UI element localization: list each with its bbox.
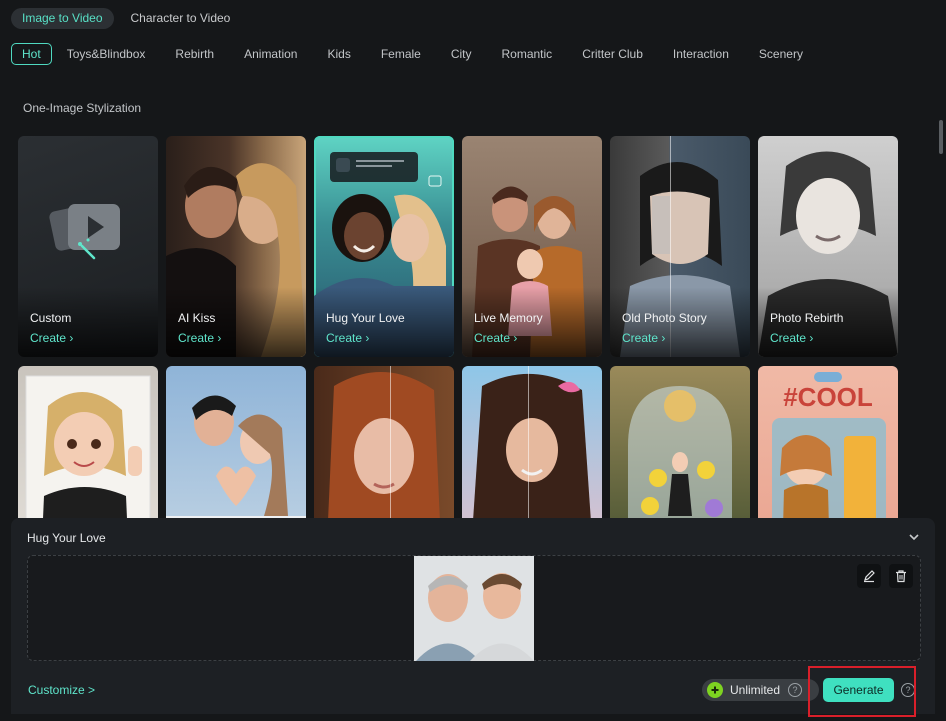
template-card-custom[interactable]: Custom Create <box>18 136 158 357</box>
category-rebirth[interactable]: Rebirth <box>164 43 225 65</box>
template-card-anime-girl[interactable] <box>462 366 602 518</box>
snow-globe-thumbnail <box>628 386 732 518</box>
create-link[interactable]: Create <box>770 331 813 345</box>
category-romantic[interactable]: Romantic <box>491 43 564 65</box>
template-card-cartoon-girl[interactable] <box>18 366 158 518</box>
anime-girl-thumbnail <box>473 373 591 518</box>
create-link[interactable]: Create <box>326 331 369 345</box>
template-card-hug-your-love[interactable]: Hug Your Love Create <box>314 136 454 357</box>
cartoon-girl-thumbnail <box>25 375 151 518</box>
blindbox-toy-thumbnail: #COOL <box>772 372 886 518</box>
chevron-down-icon[interactable] <box>907 530 921 544</box>
template-card-redhead-portrait[interactable] <box>314 366 454 518</box>
compare-divider <box>528 366 529 518</box>
generate-button[interactable]: Generate <box>823 678 894 702</box>
category-kids[interactable]: Kids <box>316 43 361 65</box>
credits-label: Unlimited <box>730 683 781 697</box>
template-card-heart-couple[interactable] <box>166 366 306 518</box>
heart-couple-thumbnail <box>166 395 306 518</box>
create-link[interactable]: Create <box>622 331 665 345</box>
help-icon[interactable]: ? <box>788 683 803 697</box>
uploaded-image <box>414 556 534 661</box>
delete-image-button[interactable] <box>889 564 913 588</box>
template-card-photo-rebirth[interactable]: Photo Rebirth Create <box>758 136 898 357</box>
card-title: Custom <box>30 311 72 325</box>
card-title: Photo Rebirth <box>770 311 844 325</box>
template-settings-panel: Hug Your Love Customize > Unlimited ? Ge… <box>11 518 935 717</box>
mode-tabs: Image to Video Character to Video <box>11 8 241 29</box>
template-card-old-photo-story[interactable]: Old Photo Story Create <box>610 136 750 357</box>
create-link[interactable]: Create <box>474 331 517 345</box>
card-title: Live Memory <box>474 311 543 325</box>
create-link[interactable]: Create <box>30 331 73 345</box>
card-title: Hug Your Love <box>326 311 405 325</box>
template-card-live-memory[interactable]: Live Memory Create <box>462 136 602 357</box>
delete-icon <box>896 570 906 583</box>
template-card-snow-globe[interactable] <box>610 366 750 518</box>
card-title: Old Photo Story <box>622 311 707 325</box>
image-to-video-panel: Image to Video Character to Video Hot To… <box>0 0 946 721</box>
category-critter-club[interactable]: Critter Club <box>571 43 654 65</box>
card-title: AI Kiss <box>178 311 216 325</box>
cool-logo-text: #COOL <box>783 382 873 412</box>
tab-image-to-video[interactable]: Image to Video <box>11 8 114 29</box>
edit-icon <box>864 570 875 583</box>
tab-character-to-video[interactable]: Character to Video <box>120 8 242 29</box>
category-toys-blindbox[interactable]: Toys&Blindbox <box>56 43 157 65</box>
category-animation[interactable]: Animation <box>233 43 308 65</box>
template-grid: Custom Create AI Kiss Create <box>18 136 902 518</box>
uploaded-photo-art <box>414 556 534 661</box>
category-city[interactable]: City <box>440 43 483 65</box>
customize-link[interactable]: Customize > <box>28 683 95 697</box>
credits-icon <box>707 682 723 698</box>
create-link[interactable]: Create <box>178 331 221 345</box>
category-one-image-stylization[interactable]: One-Image Stylization <box>12 97 152 119</box>
help-icon[interactable]: ? <box>901 683 915 697</box>
image-upload-area[interactable] <box>27 555 921 661</box>
template-card-blindbox-toy[interactable]: #COOL <box>758 366 898 518</box>
category-scenery[interactable]: Scenery <box>748 43 814 65</box>
category-interaction[interactable]: Interaction <box>662 43 740 65</box>
template-card-ai-kiss[interactable]: AI Kiss Create <box>166 136 306 357</box>
category-female[interactable]: Female <box>370 43 432 65</box>
scrollbar-thumb[interactable] <box>939 120 943 154</box>
category-chips: Hot Toys&Blindbox Rebirth Animation Kids… <box>11 43 911 119</box>
credits-indicator: Unlimited ? <box>702 679 819 701</box>
redhead-portrait-thumbnail <box>328 371 440 518</box>
credits-plus-glyph <box>711 686 719 694</box>
compare-divider <box>390 366 391 518</box>
category-hot[interactable]: Hot <box>11 43 52 65</box>
edit-image-button[interactable] <box>857 564 881 588</box>
selected-template-title: Hug Your Love <box>27 531 106 545</box>
